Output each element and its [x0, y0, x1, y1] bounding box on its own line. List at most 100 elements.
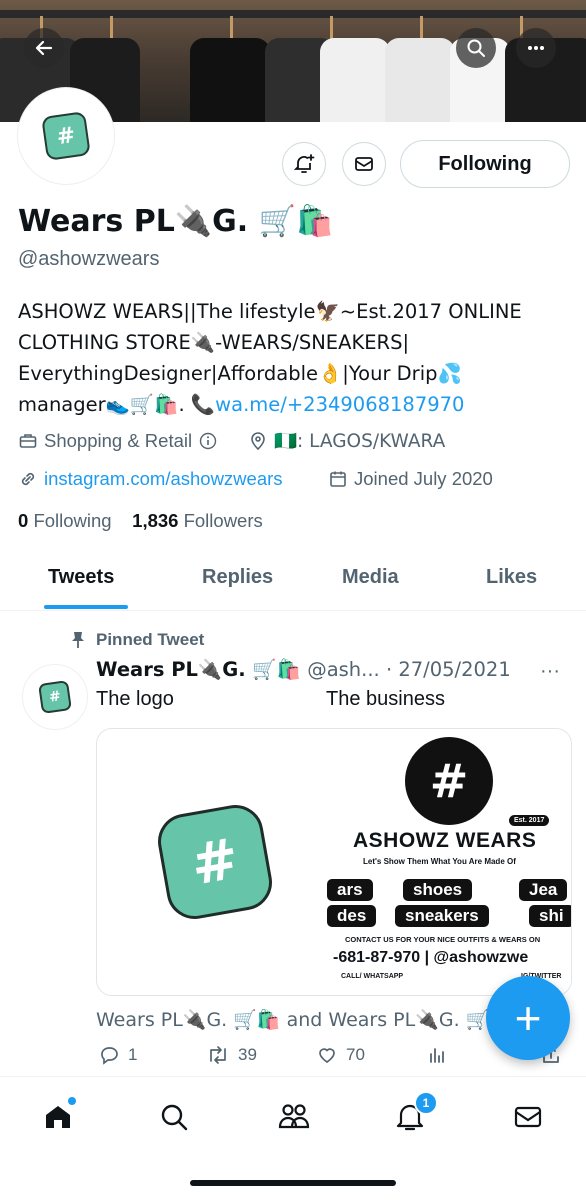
search-icon — [467, 39, 485, 57]
plus-icon: + — [514, 992, 542, 1044]
compose-tweet-button[interactable]: + — [486, 976, 570, 1060]
home-icon — [46, 1106, 70, 1128]
call-label: CALL/ WHATSAPP — [341, 973, 404, 980]
active-tab-indicator — [44, 605, 128, 609]
bio-line: CLOTHING STORE🔌-WEARS/SNEAKERS| — [18, 331, 410, 354]
search-button[interactable] — [456, 28, 496, 68]
briefcase-icon — [19, 434, 37, 448]
tweet-more-icon[interactable]: ··· — [540, 660, 560, 683]
black-logo-icon: # — [405, 737, 493, 825]
nav-messages[interactable] — [508, 1097, 548, 1137]
product-pill: ars — [327, 879, 373, 901]
heart-icon — [319, 1048, 335, 1064]
banner-garment — [320, 38, 390, 122]
followers-stat[interactable]: 1,836 Followers — [132, 510, 263, 531]
search-icon — [161, 1104, 188, 1131]
home-indicator — [190, 1180, 396, 1186]
product-pill: des — [327, 905, 377, 927]
nav-home[interactable] — [38, 1097, 78, 1137]
notification-badge: 1 — [414, 1091, 438, 1115]
profile-joined: Joined July 2020 — [328, 468, 493, 490]
profile-avatar[interactable]: # — [18, 88, 114, 184]
location-label: 🇳🇬: LAGOS/KWARA — [274, 431, 446, 452]
media-image-logo[interactable]: # — [97, 729, 333, 995]
info-icon[interactable] — [198, 431, 218, 451]
tweet-author[interactable]: Wears PL🔌G. 🛒🛍️ — [96, 658, 301, 681]
display-name: Wears PL🔌G. 🛒🛍️ — [18, 204, 334, 239]
tab-likes[interactable]: Likes — [486, 566, 537, 589]
tweet-header: Wears PL🔌G. 🛒🛍️ @ash... · 27/05/2021 — [96, 658, 511, 681]
product-pill: shi — [529, 905, 571, 927]
following-button[interactable]: Following — [400, 140, 570, 188]
followers-count: 1,836 — [132, 510, 179, 531]
bell-plus-icon — [293, 154, 315, 173]
nav-search[interactable] — [154, 1097, 194, 1137]
location-pin-icon — [251, 432, 265, 451]
joined-label: Joined July 2020 — [354, 468, 493, 489]
bio-line: EverythingDesigner|Affordable👌|Your Drip… — [18, 362, 462, 385]
home-notification-dot — [68, 1097, 76, 1105]
profile-bio: ASHOWZ WEARS||The lifestyle🦅~Est.2017 ON… — [18, 296, 568, 420]
retweet-icon — [210, 1046, 226, 1064]
tweet-avatar[interactable]: # — [22, 664, 88, 730]
analytics-icon — [430, 1048, 444, 1063]
product-pill: sneakers — [395, 905, 489, 927]
tab-media[interactable]: Media — [342, 566, 399, 589]
logo-icon: # — [38, 680, 72, 714]
category-label: Shopping & Retail — [44, 430, 193, 451]
profile-location: 🇳🇬: LAGOS/KWARA — [248, 430, 445, 452]
pinned-label: Pinned Tweet — [70, 630, 204, 650]
envelope-icon — [514, 1106, 542, 1128]
envelope-icon — [355, 157, 373, 171]
est-badge: Est. 2017 — [509, 815, 550, 826]
reply-icon — [101, 1047, 118, 1065]
pin-icon — [72, 632, 84, 648]
follow-stats: 0 Following 1,836 Followers — [18, 510, 263, 532]
calendar-icon — [330, 471, 346, 487]
following-stat[interactable]: 0 Following — [18, 510, 112, 531]
brand-name: ASHOWZ WEARS — [353, 829, 537, 852]
following-count: 0 — [18, 510, 29, 531]
reply-count: 1 — [128, 1045, 138, 1064]
profile-website[interactable]: instagram.com/ashowzwears — [18, 468, 283, 490]
back-button[interactable] — [24, 28, 64, 68]
reply-action[interactable]: 1 — [98, 1044, 137, 1066]
retweet-count: 39 — [238, 1045, 257, 1064]
message-button[interactable] — [342, 142, 386, 186]
notify-button[interactable] — [282, 142, 326, 186]
product-pill: Jea — [519, 879, 568, 901]
liked-by-text[interactable]: Wears PL🔌G. 🛒🛍️ and Wears PL🔌G. 🛒 — [96, 1008, 489, 1031]
tweet-text-right: The business — [326, 688, 445, 710]
website-link[interactable]: instagram.com/ashowzwears — [44, 468, 283, 490]
link-icon — [21, 472, 35, 486]
whatsapp-link[interactable]: wa.me/+2349068187970 — [215, 393, 464, 416]
bio-line: ASHOWZ WEARS||The lifestyle🦅~Est.2017 ON… — [18, 300, 522, 323]
logo-icon: # — [41, 111, 91, 161]
pinned-text: Pinned Tweet — [96, 630, 205, 649]
more-options-button[interactable] — [516, 28, 556, 68]
tweet-meta: @ash... · 27/05/2021 — [307, 658, 511, 681]
analytics-action[interactable] — [426, 1044, 448, 1066]
banner-rail — [0, 10, 586, 18]
profile-category: Shopping & Retail — [18, 430, 218, 452]
product-pill: shoes — [403, 879, 473, 901]
tweet-media[interactable]: # # Est. 2017 ASHOWZ WEARS Let's Show Th… — [96, 728, 572, 996]
banner-garment — [385, 38, 455, 122]
nav-communities[interactable] — [274, 1097, 314, 1137]
like-action[interactable]: 70 — [316, 1044, 365, 1066]
user-handle: @ashowzwears — [18, 248, 160, 270]
bio-line-text: manager👟🛒🛍️. 📞 — [18, 393, 216, 416]
followers-label: Followers — [183, 510, 263, 531]
media-image-business[interactable]: # Est. 2017 ASHOWZ WEARS Let's Show Them… — [327, 729, 571, 995]
communities-icon — [278, 1104, 310, 1129]
profile-tabs: Tweets Replies Media Likes — [0, 552, 586, 611]
brand-tagline: Let's Show Them What You Are Made Of — [363, 857, 516, 866]
nav-notifications[interactable]: 1 — [390, 1091, 438, 1137]
back-arrow-icon — [35, 40, 53, 56]
retweet-action[interactable]: 39 — [206, 1044, 257, 1066]
tweet-text-left: The logo — [96, 688, 174, 710]
more-dots-icon — [528, 46, 544, 50]
tab-tweets[interactable]: Tweets — [48, 566, 114, 589]
tab-replies[interactable]: Replies — [202, 566, 273, 589]
following-label: Following — [33, 510, 112, 531]
